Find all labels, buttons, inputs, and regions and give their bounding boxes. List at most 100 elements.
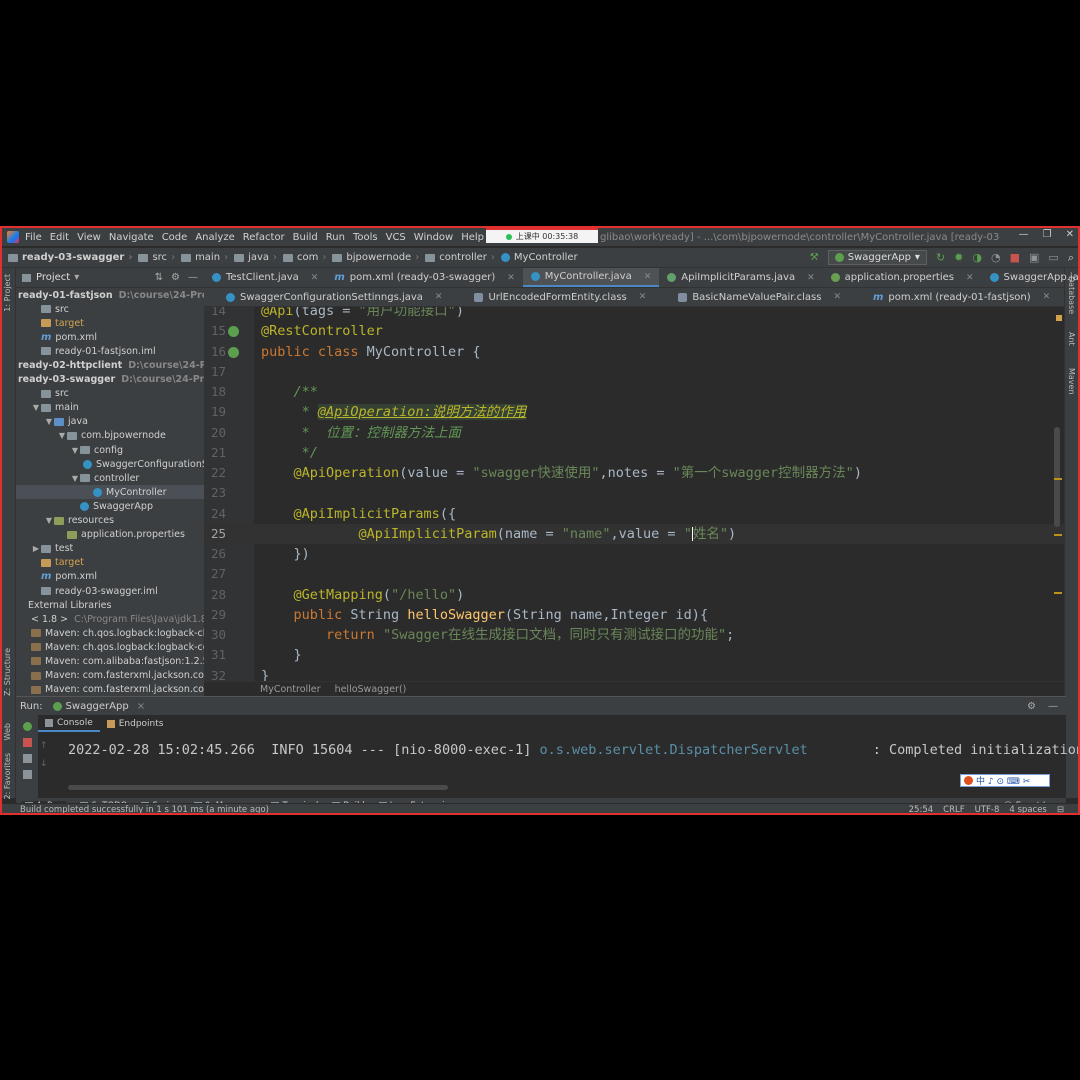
chevron-down-icon[interactable]: ▼ xyxy=(44,417,54,426)
maven-tool-button[interactable]: Maven xyxy=(1067,368,1076,395)
tree-item[interactable]: External Libraries xyxy=(16,598,204,612)
build-hammer-icon[interactable]: ⚒ xyxy=(810,252,819,263)
close-tab-icon[interactable]: ✕ xyxy=(507,273,515,283)
hide-panel-icon[interactable]: — xyxy=(1048,701,1058,712)
close-tab-icon[interactable]: ✕ xyxy=(1043,292,1051,302)
close-tab-icon[interactable]: ✕ xyxy=(807,273,815,283)
close-icon[interactable]: ✕ xyxy=(1066,229,1074,240)
breadcrumb-item[interactable]: main › xyxy=(175,252,228,263)
tree-item[interactable]: m pom.xml xyxy=(16,570,204,584)
stop-icon[interactable]: ■ xyxy=(1010,251,1020,264)
code-line[interactable]: 15 @RestController xyxy=(204,321,1064,341)
spring-bean-icon[interactable] xyxy=(228,346,239,358)
stop-icon[interactable] xyxy=(22,738,32,747)
tree-item[interactable]: ready-01-fastjson.iml xyxy=(16,344,204,358)
web-tool-button[interactable]: Web xyxy=(3,723,12,740)
code-line[interactable]: 26 }) xyxy=(204,544,1064,564)
breadcrumb-item[interactable]: bjpowernode › xyxy=(326,252,419,263)
gear-icon[interactable]: ⚙ xyxy=(171,272,180,283)
code-line[interactable]: 17 xyxy=(204,362,1064,382)
menu-file[interactable]: File xyxy=(25,232,42,243)
breadcrumb-item[interactable]: src › xyxy=(132,252,175,263)
tree-item[interactable]: Maven: ch.qos.logback:logback-classic:1 xyxy=(16,626,204,640)
restore-icon[interactable]: ❐ xyxy=(1043,229,1052,240)
tree-item[interactable]: SwaggerConfigurationSe xyxy=(16,457,204,471)
close-tab-icon[interactable]: ✕ xyxy=(435,292,443,302)
tree-item[interactable]: Maven: com.fasterxml.jackson.core:jacks xyxy=(16,683,204,696)
menu-code[interactable]: Code xyxy=(162,232,188,243)
spring-bean-icon[interactable] xyxy=(228,326,239,338)
project-tool-button[interactable]: 1: Project xyxy=(3,274,12,312)
menu-run[interactable]: Run xyxy=(326,232,345,243)
close-tab-icon[interactable]: ✕ xyxy=(644,272,652,282)
indent-setting[interactable]: 4 spaces xyxy=(1009,805,1046,814)
rerun-icon[interactable]: ↻ xyxy=(936,251,945,264)
tree-item[interactable]: Maven: ch.qos.logback:logback-core:1.2 xyxy=(16,640,204,654)
editor-tab[interactable]: TestClient.java ✕ xyxy=(204,268,326,287)
code-line[interactable]: 29 public String helloSwagger(String nam… xyxy=(204,605,1064,625)
code-line[interactable]: 14 @Api(tags = "用户功能接口") xyxy=(204,307,1064,321)
close-icon[interactable]: × xyxy=(137,701,145,712)
code-line[interactable]: 19 * @ApiOperation:说明方法的作用 xyxy=(204,402,1064,422)
run-tab[interactable]: SwaggerApp xyxy=(52,701,129,712)
search-icon[interactable]: ⌕ xyxy=(1068,251,1074,265)
file-encoding[interactable]: UTF-8 xyxy=(975,805,1000,814)
menu-analyze[interactable]: Analyze xyxy=(195,232,234,243)
breadcrumb-item[interactable]: java › xyxy=(228,252,277,263)
tree-item[interactable]: ▼ controller xyxy=(16,471,204,485)
run-subtab[interactable]: Console xyxy=(38,715,100,732)
breadcrumb-item[interactable]: controller › xyxy=(419,252,495,263)
tree-item[interactable]: < 1.8 > C:\Program Files\Java\jdk1.8.0_ xyxy=(16,612,204,626)
editor-tab[interactable]: SwaggerConfigurationSettinngs.java ✕ xyxy=(204,288,450,306)
lock-icon[interactable]: ⊟ xyxy=(1057,805,1064,814)
chevron-down-icon[interactable]: ▼ xyxy=(31,403,41,412)
breadcrumb-item[interactable]: com › xyxy=(277,252,326,263)
editor-tab[interactable]: m pom.xml (ready-01-fastjson) ✕ xyxy=(849,288,1058,306)
gear-icon[interactable]: ⚙ xyxy=(1027,701,1036,712)
code-line[interactable]: 21 */ xyxy=(204,443,1064,463)
tree-item[interactable]: src xyxy=(16,387,204,401)
close-tab-icon[interactable]: ✕ xyxy=(966,273,974,283)
tree-item[interactable]: ready-03-swagger.iml xyxy=(16,584,204,598)
console-hscrollbar[interactable] xyxy=(68,785,448,790)
project-panel-title[interactable]: Project xyxy=(36,272,70,283)
close-tab-icon[interactable]: ✕ xyxy=(833,292,841,302)
split-icon[interactable]: ▭ xyxy=(1048,251,1058,264)
collapse-all-icon[interactable]: ⇅ xyxy=(155,272,163,283)
tree-item[interactable]: ▼ com.bjpowernode xyxy=(16,429,204,443)
menu-view[interactable]: View xyxy=(77,232,101,243)
hide-panel-icon[interactable]: — xyxy=(188,272,198,283)
debug-icon[interactable]: ✹ xyxy=(954,251,963,264)
breadcrumb-item[interactable]: MyController xyxy=(495,252,578,263)
code-line[interactable]: 32} xyxy=(204,666,1064,682)
arrow-up-icon[interactable]: ↑ xyxy=(40,737,48,755)
minimize-icon[interactable]: — xyxy=(1019,229,1029,240)
coverage-icon[interactable]: ◑ xyxy=(972,251,982,264)
tree-item[interactable]: ready-02-httpclient D:\course\24-Project\ xyxy=(16,358,204,372)
tree-item[interactable]: Maven: com.alibaba:fastjson:1.2.51 xyxy=(16,654,204,668)
menu-help[interactable]: Help xyxy=(461,232,484,243)
chevron-down-icon[interactable]: ▼ xyxy=(44,516,54,525)
editor-breadcrumb-item[interactable]: helloSwagger() xyxy=(335,684,407,695)
caret-position[interactable]: 25:54 xyxy=(909,805,934,814)
structure-tool-button[interactable]: Z: Structure xyxy=(3,648,12,696)
menu-window[interactable]: Window xyxy=(414,232,453,243)
editor-tab[interactable]: UrlEncodedFormEntity.class ✕ xyxy=(450,288,654,306)
editor-scrollbar[interactable] xyxy=(1054,427,1060,527)
warning-marker[interactable] xyxy=(1054,592,1062,594)
tree-item[interactable]: m pom.xml xyxy=(16,330,204,344)
chevron-right-icon[interactable]: ▶ xyxy=(31,544,41,553)
project-structure-icon[interactable]: ▣ xyxy=(1029,251,1039,264)
chevron-down-icon[interactable]: ▾ xyxy=(74,272,79,283)
tree-item[interactable]: target xyxy=(16,316,204,330)
code-line[interactable]: 22 @ApiOperation(value = "swagger快速使用",n… xyxy=(204,463,1064,483)
code-line[interactable]: 25 @ApiImplicitParam(name = "name",value… xyxy=(204,523,1064,544)
code-editor[interactable]: 14 @Api(tags = "用户功能接口") 15 @RestController… xyxy=(204,307,1064,681)
code-line[interactable]: 31 } xyxy=(204,645,1064,665)
code-line[interactable]: 23 xyxy=(204,483,1064,503)
code-line[interactable]: 27 xyxy=(204,564,1064,584)
inspection-status-icon[interactable] xyxy=(1056,315,1062,321)
tree-item[interactable]: src xyxy=(16,302,204,316)
tree-item[interactable]: ▼ resources xyxy=(16,514,204,528)
chevron-down-icon[interactable]: ▼ xyxy=(70,474,80,483)
